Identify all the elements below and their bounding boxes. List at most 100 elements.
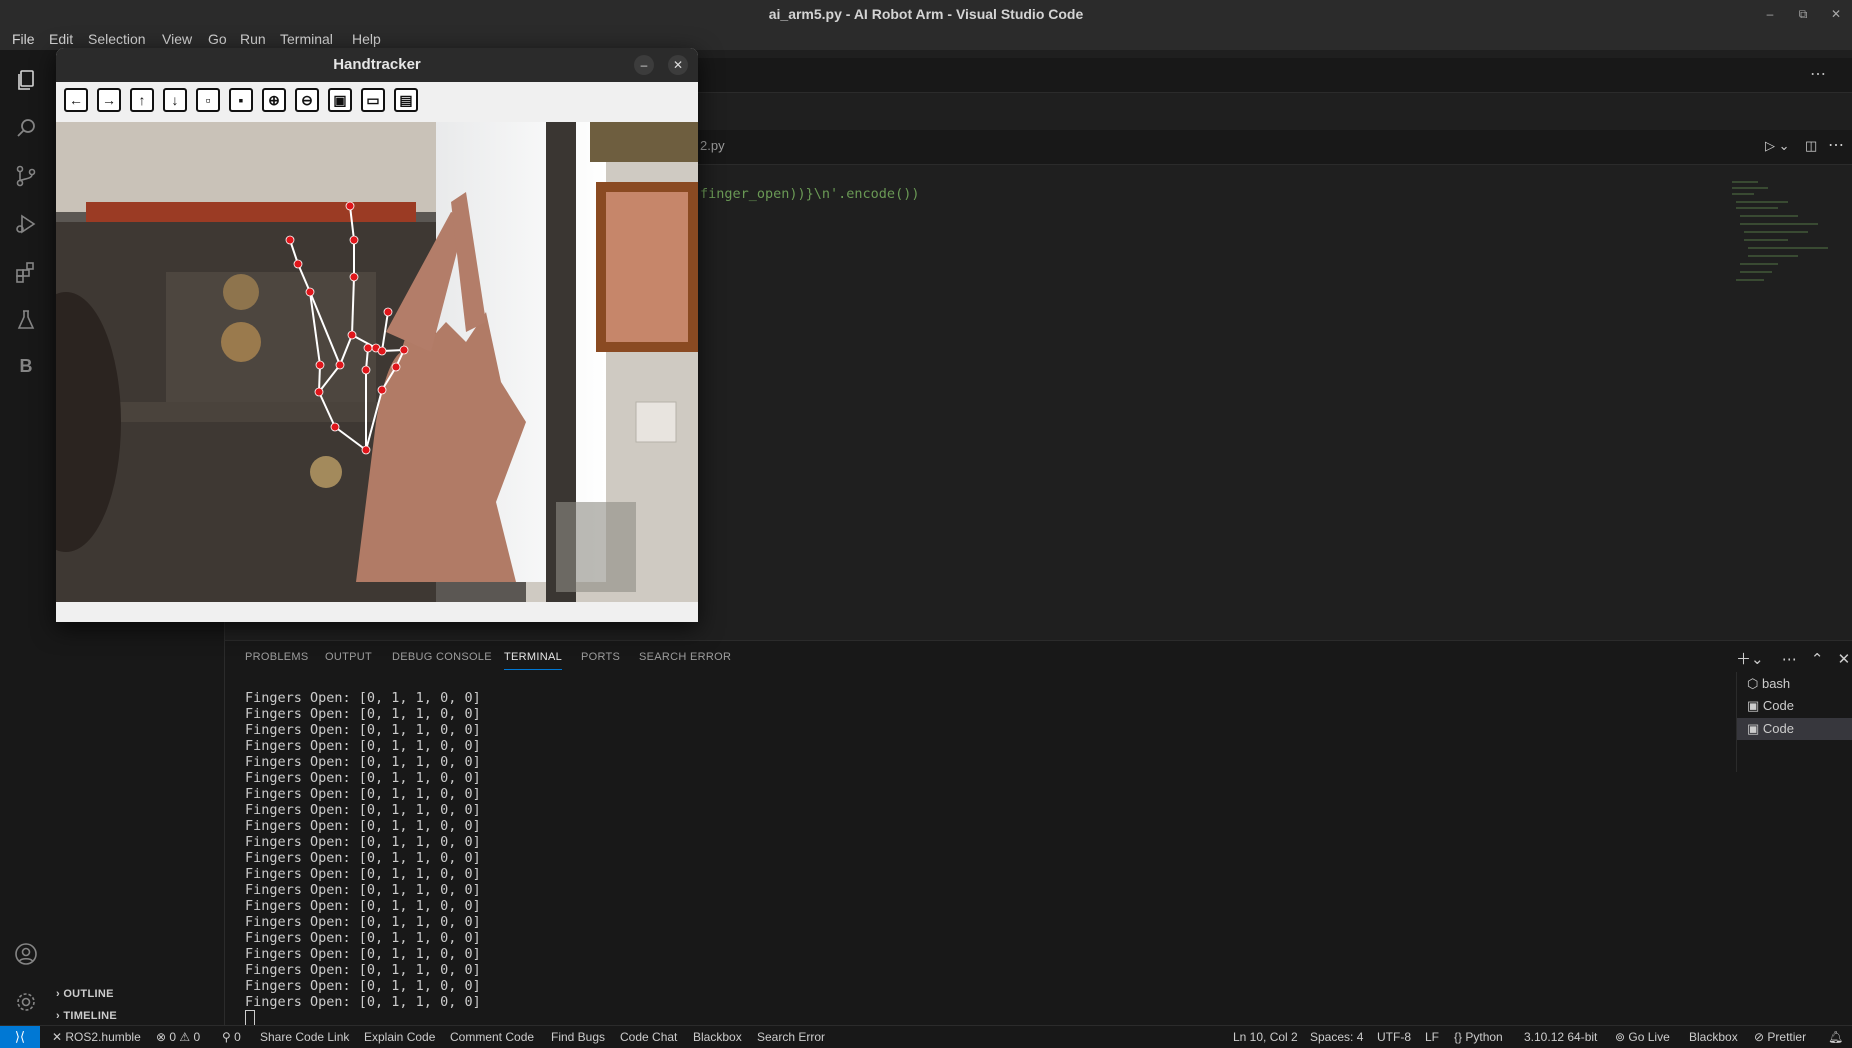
hand-landmark <box>399 345 409 355</box>
menu-view[interactable]: View <box>162 31 192 47</box>
camera-feed <box>56 122 698 602</box>
handtracker-window[interactable]: Handtracker – ✕ ← → ↑ ↓ ▫ ▪ ⊕ ⊖ ▣ ▭ ▤ <box>56 48 698 622</box>
terminal-item[interactable]: ▣ Code <box>1747 698 1794 714</box>
blackbox-right[interactable]: Blackbox <box>1689 1030 1738 1044</box>
restore-icon[interactable]: ⧉ <box>1793 4 1813 24</box>
minimize-icon[interactable]: – <box>1760 4 1780 24</box>
go-live[interactable]: ⊚ Go Live <box>1615 1030 1670 1044</box>
handtracker-close-icon[interactable]: ✕ <box>668 55 688 75</box>
handtracker-titlebar[interactable]: Handtracker – ✕ <box>56 48 698 82</box>
close-panel-icon[interactable]: ✕ <box>1838 651 1851 668</box>
handtracker-title: Handtracker <box>333 56 421 73</box>
tab-problems[interactable]: PROBLEMS <box>245 651 309 663</box>
eol[interactable]: LF <box>1425 1030 1439 1044</box>
tab-ports[interactable]: PORTS <box>581 651 620 663</box>
maximize-panel-icon[interactable]: ⌃ <box>1811 651 1824 668</box>
outline-label: OUTLINE <box>63 988 114 1000</box>
tab-debug-console[interactable]: DEBUG CONSOLE <box>392 651 492 663</box>
panel-actions: ＋⌄ ⋯ ⌃ ✕ <box>1736 648 1850 669</box>
terminal-line: Fingers Open: [0, 1, 1, 0, 0] <box>245 898 481 914</box>
zoom-out-icon[interactable]: ⊖ <box>295 88 319 112</box>
menu-go[interactable]: Go <box>208 31 227 47</box>
properties-icon[interactable]: ▤ <box>394 88 418 112</box>
python-interpreter[interactable]: 3.10.12 64-bit <box>1524 1030 1597 1044</box>
terminal-line: Fingers Open: [0, 1, 1, 0, 0] <box>245 738 481 754</box>
minimap[interactable] <box>1728 180 1838 290</box>
save-icon[interactable]: ▣ <box>328 88 352 112</box>
language-mode[interactable]: {} Python <box>1454 1030 1503 1044</box>
terminal-line: Fingers Open: [0, 1, 1, 0, 0] <box>245 786 481 802</box>
timeline-label: TIMELINE <box>63 1010 118 1022</box>
back-arrow-icon[interactable]: ← <box>64 88 88 112</box>
code-chat[interactable]: Code Chat <box>620 1030 677 1044</box>
forward-arrow-icon[interactable]: → <box>97 88 121 112</box>
search-error[interactable]: Search Error <box>757 1030 825 1044</box>
terminal-item[interactable]: ▣ Code <box>1737 718 1852 740</box>
editor-tab[interactable]: 2.py <box>700 138 725 153</box>
find-bugs[interactable]: Find Bugs <box>551 1030 605 1044</box>
hand-landmark <box>377 385 387 395</box>
problems-status[interactable]: ⊗ 0 ⚠ 0 <box>156 1030 200 1044</box>
notifications-icon[interactable]: 🔔︎ <box>1828 1030 1843 1044</box>
up-arrow-icon[interactable]: ↑ <box>130 88 154 112</box>
comment-code[interactable]: Comment Code <box>450 1030 534 1044</box>
close-icon[interactable]: ✕ <box>1826 4 1846 24</box>
indentation[interactable]: Spaces: 4 <box>1310 1030 1363 1044</box>
ros-label: ROS2.humble <box>65 1030 141 1044</box>
menu-selection[interactable]: Selection <box>88 31 146 47</box>
menu-edit[interactable]: Edit <box>49 31 73 47</box>
prettier[interactable]: ⊘ Prettier <box>1754 1030 1806 1044</box>
down-arrow-icon[interactable]: ↓ <box>163 88 187 112</box>
testing-icon[interactable] <box>14 308 38 332</box>
terminal-line: Fingers Open: [0, 1, 1, 0, 0] <box>245 866 481 882</box>
errors-count: 0 <box>169 1030 177 1044</box>
source-control-icon[interactable] <box>14 164 38 188</box>
image-stack-icon[interactable]: ▪ <box>229 88 253 112</box>
hand-landmark <box>345 201 355 211</box>
tab-search-error[interactable]: SEARCH ERROR <box>639 651 731 663</box>
share-code-link[interactable]: Share Code Link <box>260 1030 349 1044</box>
blackbox-icon[interactable]: B <box>14 356 38 380</box>
terminal-line: Fingers Open: [0, 1, 1, 0, 0] <box>245 882 481 898</box>
image-icon[interactable]: ▫ <box>196 88 220 112</box>
hand-landmark <box>361 445 371 455</box>
hand-landmark <box>349 272 359 282</box>
menu-file[interactable]: File <box>12 31 35 47</box>
outline-section[interactable]: › OUTLINE <box>56 988 114 1000</box>
window-title: ai_arm5.py - AI Robot Arm - Visual Studi… <box>768 6 1084 22</box>
editor-more-icon[interactable]: ⋯ <box>1828 135 1844 155</box>
terminal-line: Fingers Open: [0, 1, 1, 0, 0] <box>245 722 481 738</box>
remote-indicator-icon[interactable]: ⟩⟨ <box>0 1026 40 1048</box>
menu-terminal[interactable]: Terminal <box>280 31 333 47</box>
terminal-output[interactable]: Fingers Open: [0, 1, 1, 0, 0] Fingers Ope… <box>245 690 481 1010</box>
settings-icon[interactable] <box>14 990 38 1014</box>
cursor-position[interactable]: Ln 10, Col 2 <box>1233 1030 1298 1044</box>
blackbox-left[interactable]: Blackbox <box>693 1030 742 1044</box>
ros-status[interactable]: ✕ ROS2.humble <box>52 1030 141 1044</box>
panel-more-icon[interactable]: ⋯ <box>1782 651 1797 668</box>
tab-output[interactable]: OUTPUT <box>325 651 372 663</box>
hand-landmark <box>314 387 324 397</box>
run-file-icon[interactable]: ▷ ⌄ <box>1765 138 1790 154</box>
explorer-icon[interactable] <box>14 68 38 92</box>
code-line[interactable]: finger_open))}\n'.encode()) <box>700 186 919 202</box>
menu-run[interactable]: Run <box>240 31 266 47</box>
run-debug-icon[interactable] <box>14 212 38 236</box>
search-icon[interactable] <box>14 116 38 140</box>
account-icon[interactable] <box>14 942 38 966</box>
menu-help[interactable]: Help <box>352 31 381 47</box>
ports-status[interactable]: ⚲ 0 <box>222 1030 241 1044</box>
activity-bar: B <box>0 50 49 1030</box>
split-editor-icon[interactable]: ◫ <box>1805 138 1817 154</box>
explain-code[interactable]: Explain Code <box>364 1030 435 1044</box>
tab-terminal[interactable]: TERMINAL <box>504 651 563 670</box>
extensions-icon[interactable] <box>14 260 38 284</box>
terminal-item[interactable]: ⬡ bash <box>1747 676 1790 692</box>
more-actions-icon[interactable]: ⋯ <box>1810 64 1826 84</box>
new-terminal-icon[interactable]: ＋⌄ <box>1736 651 1764 668</box>
zoom-in-icon[interactable]: ⊕ <box>262 88 286 112</box>
copy-icon[interactable]: ▭ <box>361 88 385 112</box>
encoding[interactable]: UTF-8 <box>1377 1030 1411 1044</box>
handtracker-minimize-icon[interactable]: – <box>634 55 654 75</box>
timeline-section[interactable]: › TIMELINE <box>56 1010 117 1022</box>
